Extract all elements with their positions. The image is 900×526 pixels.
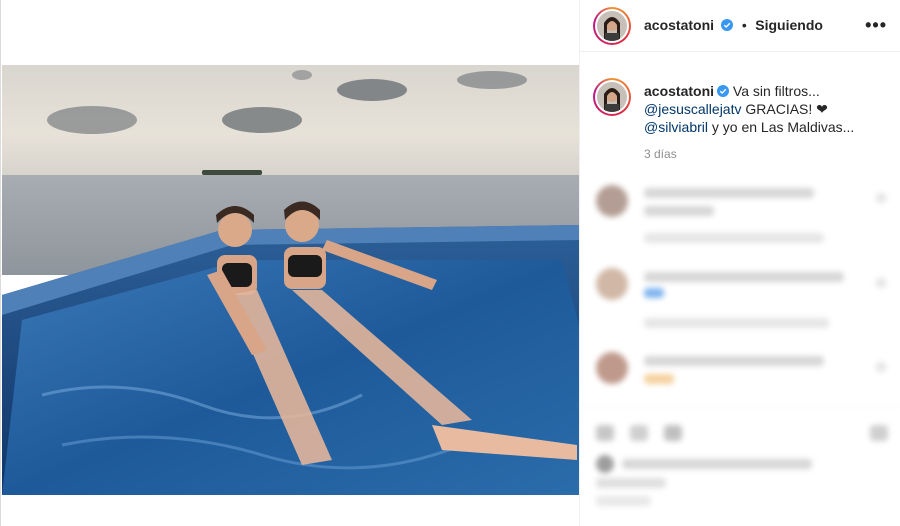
like-icon[interactable] xyxy=(596,425,614,441)
share-icon[interactable] xyxy=(664,425,682,441)
caption-avatar-image xyxy=(597,82,627,112)
post-photo[interactable] xyxy=(2,65,579,495)
post-photo-image xyxy=(2,65,579,495)
caption-text-2: GRACIAS! ❤ xyxy=(745,101,828,117)
comment-like xyxy=(876,362,886,372)
post-media-column xyxy=(0,0,579,526)
caption-username[interactable]: acostatoni xyxy=(644,83,714,99)
caption-avatar[interactable] xyxy=(593,78,631,116)
likes-line xyxy=(596,478,666,488)
caption-text-3: y yo en Las Maldivas... xyxy=(711,119,855,135)
comment-line xyxy=(644,272,844,282)
post-details-column: acostatoni • Siguiendo ••• acostatoni Va… xyxy=(579,0,900,526)
instagram-post-view: acostatoni • Siguiendo ••• acostatoni Va… xyxy=(0,0,900,526)
comment-like xyxy=(876,278,886,288)
header-username[interactable]: acostatoni xyxy=(644,17,714,33)
post-header: acostatoni • Siguiendo ••• xyxy=(580,0,900,52)
liker-avatar xyxy=(596,455,614,473)
comment-line xyxy=(644,188,814,198)
mention-jesuscallejatv[interactable]: @jesuscallejatv xyxy=(644,101,741,117)
post-caption: acostatoni Va sin filtros... @jesuscalle… xyxy=(644,82,884,136)
post-time[interactable]: 3 días xyxy=(644,147,677,161)
verified-badge-icon xyxy=(721,19,734,31)
avatar-image xyxy=(597,11,627,41)
more-options-icon[interactable]: ••• xyxy=(865,16,887,34)
comment-line xyxy=(644,374,674,384)
likes-line xyxy=(622,459,812,469)
save-icon[interactable] xyxy=(870,425,888,441)
comment-meta xyxy=(644,233,824,243)
comment-line xyxy=(644,288,664,298)
comment-line xyxy=(644,206,714,216)
comment-meta xyxy=(644,318,829,328)
comment-icon[interactable] xyxy=(630,425,648,441)
actions-divider xyxy=(580,405,900,406)
avatar[interactable] xyxy=(593,7,631,45)
caption-text-1: Va sin filtros... xyxy=(732,83,820,99)
comment-avatar xyxy=(596,185,628,217)
comment-line xyxy=(644,356,824,366)
comment-like xyxy=(876,193,886,203)
date-line xyxy=(596,496,651,506)
header-separator: • xyxy=(741,17,747,33)
following-button[interactable]: Siguiendo xyxy=(755,17,823,33)
header-user-line: acostatoni • Siguiendo xyxy=(644,17,823,35)
comment-avatar xyxy=(596,352,628,384)
mention-silviabril[interactable]: @silviabril xyxy=(644,119,708,135)
verified-badge-icon xyxy=(717,85,730,97)
comment-avatar xyxy=(596,268,628,300)
